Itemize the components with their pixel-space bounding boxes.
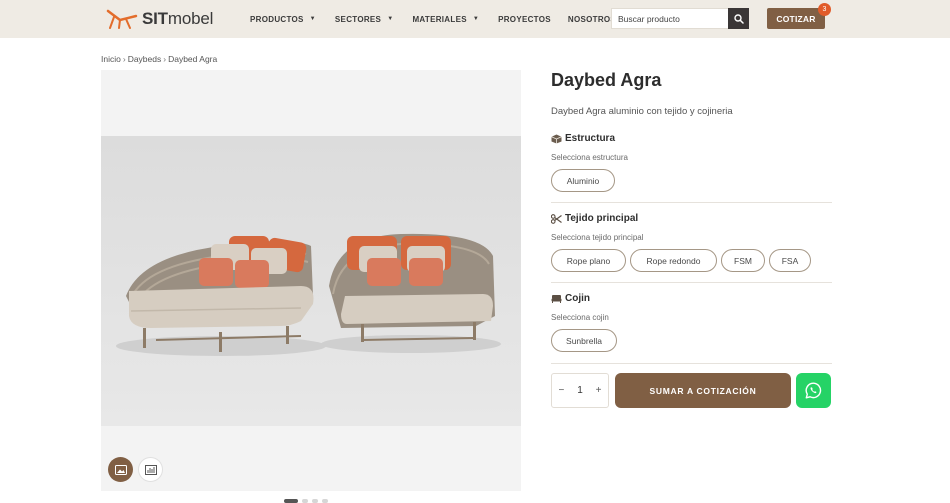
section-tejido-subtitle: Selecciona tejido principal [551,233,644,242]
nav-proyectos-label: PROYECTOS [498,14,551,24]
breadcrumb-separator: › [122,54,126,64]
product-gallery [101,70,521,491]
section-divider [551,202,832,203]
breadcrumb-daybeds[interactable]: Daybeds [128,54,162,64]
search-input[interactable] [612,9,728,28]
caret-down-icon: ▼ [472,16,480,22]
quantity-increase-button[interactable]: + [596,385,602,396]
option-aluminio[interactable]: Aluminio [551,169,615,192]
nav-materiales-label: MATERIALES [412,14,467,24]
cotizar-button[interactable]: COTIZAR [767,8,825,29]
cushion-icon [551,295,562,303]
cart-count-badge: 3 [818,3,831,16]
breadcrumb-current: Daybed Agra [168,54,218,64]
product-title: Daybed Agra [551,70,662,90]
gallery-image-thumb[interactable] [108,457,133,482]
caret-down-icon: ▼ [309,16,316,22]
bar-chart-icon [144,464,157,475]
quantity-stepper: − 1 + [551,373,609,408]
section-tejido-title: Tejido principal [565,213,639,224]
search-box [611,8,749,29]
section-estructura-heading: Estructura [551,133,615,144]
option-sunbrella[interactable]: Sunbrella [551,329,617,352]
nav-proyectos[interactable]: PROYECTOS [498,15,551,24]
nav-productos-label: PRODUCTOS [250,14,304,24]
main-nav: PRODUCTOS ▼ SECTORES ▼ MATERIALES ▼ PROY… [250,0,616,38]
whatsapp-icon [805,382,822,399]
quantity-decrease-button[interactable]: − [558,385,564,396]
nav-materiales[interactable]: MATERIALES ▼ [412,15,479,24]
search-button[interactable] [728,8,749,29]
option-rope-plano[interactable]: Rope plano [551,249,626,272]
cube-icon [551,134,562,143]
chair-logo-icon [106,9,138,29]
nav-sectores[interactable]: SECTORES ▼ [335,15,394,24]
section-tejido-heading: Tejido principal [551,213,638,224]
breadcrumb-inicio[interactable]: Inicio [101,54,121,64]
pagination-dot[interactable] [322,499,328,503]
section-cojin-title: Cojin [565,293,590,304]
section-estructura-subtitle: Selecciona estructura [551,153,628,162]
whatsapp-button[interactable] [796,373,831,408]
nav-productos[interactable]: PRODUCTOS ▼ [250,15,316,24]
section-divider [551,363,832,364]
nav-nosotros[interactable]: NOSOTROS [568,15,616,24]
nav-nosotros-label: NOSOTROS [567,14,617,24]
breadcrumb-separator: › [163,54,167,64]
breadcrumb: Inicio › Daybeds › Daybed Agra [101,54,217,64]
option-fsm[interactable]: FSM [721,249,765,272]
site-header: SITmobel PRODUCTOS ▼ SECTORES ▼ MATERIAL… [0,0,950,38]
pagination-dot[interactable] [302,499,308,503]
section-divider [551,282,832,283]
caret-down-icon: ▼ [387,16,394,22]
gallery-pagination [284,499,328,503]
section-estructura-title: Estructura [565,133,616,144]
scissors-icon [551,213,562,224]
logo-bold-text: SIT [142,9,168,28]
daybed-illustration [101,136,521,426]
option-rope-redondo[interactable]: Rope redondo [630,249,717,272]
product-photo[interactable] [101,136,521,426]
section-cojin-subtitle: Selecciona cojin [551,313,609,322]
sitmobel-logo[interactable]: SITmobel [106,6,213,32]
product-description: Daybed Agra aluminio con tejido y cojine… [551,106,733,117]
logo-light-text: mobel [167,9,214,28]
quantity-value[interactable]: 1 [577,385,583,396]
pagination-dot-active[interactable] [284,499,298,503]
section-cojin-heading: Cojin [551,293,590,304]
add-to-quote-button[interactable]: SUMAR A COTIZACIÓN [615,373,791,408]
search-icon [733,13,744,24]
image-icon [114,464,127,475]
nav-sectores-label: SECTORES [334,14,382,24]
option-fsa[interactable]: FSA [769,249,811,272]
pagination-dot[interactable] [312,499,318,503]
gallery-datasheet-thumb[interactable] [138,457,163,482]
